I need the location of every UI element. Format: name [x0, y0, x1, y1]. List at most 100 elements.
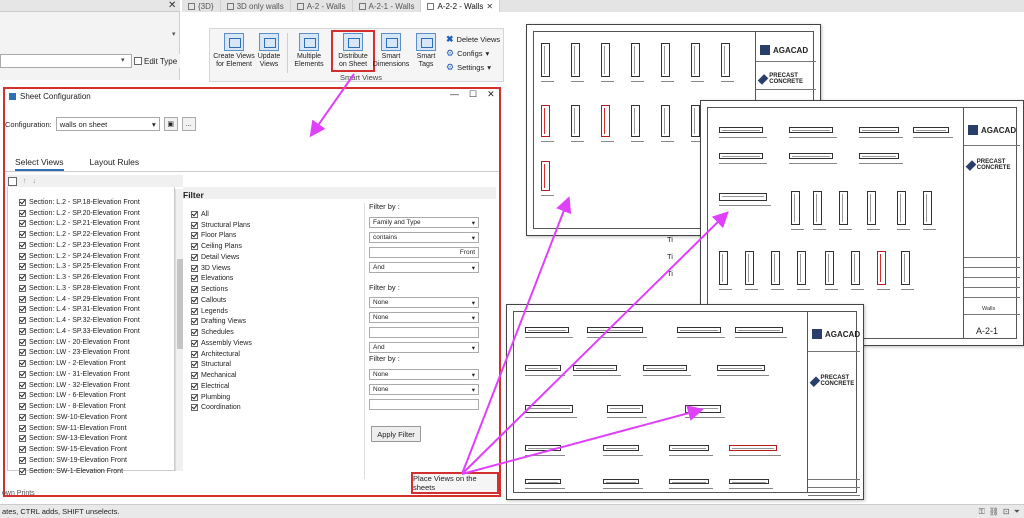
filter-operator-2[interactable]: None ▾ [369, 312, 479, 323]
close-icon[interactable]: ✕ [487, 89, 495, 100]
filter-category-item[interactable]: Ceiling Plans [191, 241, 252, 252]
filter-value-3[interactable] [369, 399, 479, 410]
chevron-down-icon[interactable]: ▾ [121, 56, 125, 64]
tab-a-2-1-walls[interactable]: A-2-1 - Walls [353, 0, 422, 12]
wall-view[interactable] [867, 191, 876, 225]
wall-view[interactable] [631, 105, 640, 137]
filter-category-item[interactable]: Callouts [191, 295, 252, 306]
filter-category-item[interactable]: Mechanical [191, 370, 252, 381]
wall-view[interactable] [897, 191, 906, 225]
wall-view[interactable] [859, 127, 899, 133]
wall-view[interactable] [571, 105, 580, 137]
filter-category-item[interactable]: Coordination [191, 403, 252, 414]
filter-category-item[interactable]: Schedules [191, 327, 252, 338]
select-icon[interactable]: ⊡ [1003, 507, 1010, 517]
arrow-up-icon[interactable]: ↑ [23, 178, 27, 185]
checkbox[interactable] [19, 403, 26, 411]
multiple-elements-button[interactable]: Multiple Elements [292, 33, 326, 69]
arrow-down-icon[interactable]: ↓ [33, 178, 37, 185]
configs-button[interactable]: ⚙ Configs ▾ [446, 46, 500, 60]
checkbox[interactable] [19, 349, 26, 357]
checkbox[interactable] [191, 393, 198, 401]
chevron-down-icon[interactable]: ▾ [172, 30, 176, 38]
filter-category-item[interactable]: Elevations [191, 274, 252, 285]
wall-view[interactable] [719, 153, 763, 159]
filter-category-item[interactable]: Structural [191, 360, 252, 371]
wall-view[interactable] [525, 445, 561, 451]
checkbox[interactable] [19, 424, 26, 432]
wall-view[interactable] [685, 405, 721, 413]
checkbox[interactable] [191, 350, 198, 358]
checkbox[interactable] [191, 318, 198, 326]
close-icon[interactable]: ✕ [168, 0, 176, 11]
list-item[interactable]: Section: L.3 - SP.28-Elevation Front [19, 283, 175, 294]
wall-view[interactable] [839, 191, 848, 225]
wall-view[interactable] [913, 127, 949, 133]
tab-3d[interactable]: {3D} [182, 0, 221, 12]
wall-view[interactable] [789, 153, 833, 159]
list-item[interactable]: Section: LW - 20-Elevation Front [19, 337, 175, 348]
wall-view[interactable] [729, 479, 769, 484]
wall-view[interactable] [661, 105, 670, 137]
list-item[interactable]: Section: L.3 - SP.26-Elevation Front [19, 272, 175, 283]
wall-view[interactable] [669, 479, 709, 484]
checkbox[interactable] [19, 317, 26, 325]
list-item[interactable]: Section: L.2 - SP.24-Elevation Front [19, 251, 175, 262]
checkbox[interactable] [191, 372, 198, 380]
list-item[interactable]: Section: SW-19-Elevation Front [19, 455, 175, 466]
wall-view[interactable] [729, 445, 777, 451]
filter-category-item[interactable]: Architectural [191, 349, 252, 360]
minimize-icon[interactable]: — [450, 89, 459, 100]
filter-category-item[interactable]: Legends [191, 306, 252, 317]
filter-operator-1[interactable]: contains ▾ [369, 232, 479, 243]
type-selector[interactable] [0, 54, 132, 68]
wall-view[interactable] [541, 43, 550, 77]
list-item[interactable]: Section: LW - 23-Elevation Front [19, 348, 175, 359]
wall-view[interactable] [813, 191, 822, 225]
checkbox[interactable] [191, 232, 198, 240]
list-item[interactable]: Section: SW-15-Elevation Front [19, 444, 175, 455]
checkbox[interactable] [19, 381, 26, 389]
wall-view[interactable] [525, 405, 573, 413]
checkbox[interactable] [191, 264, 198, 272]
checkbox[interactable] [19, 327, 26, 335]
wall-view[interactable] [923, 191, 932, 225]
wall-view[interactable] [735, 327, 783, 333]
list-item[interactable]: Section: L.4 - SP.32-Elevation Front [19, 315, 175, 326]
wall-view[interactable] [877, 251, 886, 285]
wall-view[interactable] [721, 43, 730, 77]
filter-category-item[interactable]: Electrical [191, 381, 252, 392]
filter-field-1[interactable]: Family and Type ▾ [369, 217, 479, 228]
checkbox[interactable] [19, 252, 26, 260]
smart-dimensions-button[interactable]: Smart Dimensions [373, 33, 409, 69]
create-views-button[interactable]: Create Views for Element [213, 33, 255, 69]
list-item[interactable]: Section: LW - 32-Elevation Front [19, 380, 175, 391]
checkbox[interactable] [19, 360, 26, 368]
wall-view[interactable] [901, 251, 910, 285]
list-item[interactable]: Section: LW - 31-Elevation Front [19, 369, 175, 380]
filter-category-item[interactable]: All [191, 209, 252, 220]
filter-value-2[interactable] [369, 327, 479, 338]
wall-view[interactable] [771, 251, 780, 285]
checkbox[interactable] [19, 370, 26, 378]
wall-view[interactable] [789, 127, 833, 133]
wall-view[interactable] [859, 153, 899, 159]
wall-view[interactable] [601, 43, 610, 77]
tab-3d-only-walls[interactable]: 3D only walls [221, 0, 291, 12]
configuration-select[interactable]: walls on sheet ▾ [55, 117, 160, 131]
filter-logic-1[interactable]: And ▾ [369, 262, 479, 273]
filter-category-item[interactable]: Plumbing [191, 392, 252, 403]
wall-view[interactable] [603, 479, 639, 484]
checkbox[interactable] [19, 231, 26, 239]
list-item[interactable]: Section: L.2 - SP.18-Elevation Front [19, 197, 175, 208]
list-item[interactable]: Section: L.2 - SP.20-Elevation Front [19, 208, 175, 219]
list-item[interactable]: Section: L.2 - SP.21-Elevation Front [19, 219, 175, 230]
wall-view[interactable] [525, 327, 569, 333]
save-config-button[interactable]: ▣ [163, 117, 178, 131]
checkbox[interactable] [191, 275, 198, 283]
checkbox[interactable] [19, 220, 26, 228]
checkbox[interactable] [19, 284, 26, 292]
checkbox[interactable] [19, 209, 26, 217]
filter-icon[interactable]: ⏷ [1014, 507, 1020, 517]
filter-category-item[interactable]: Sections [191, 284, 252, 295]
